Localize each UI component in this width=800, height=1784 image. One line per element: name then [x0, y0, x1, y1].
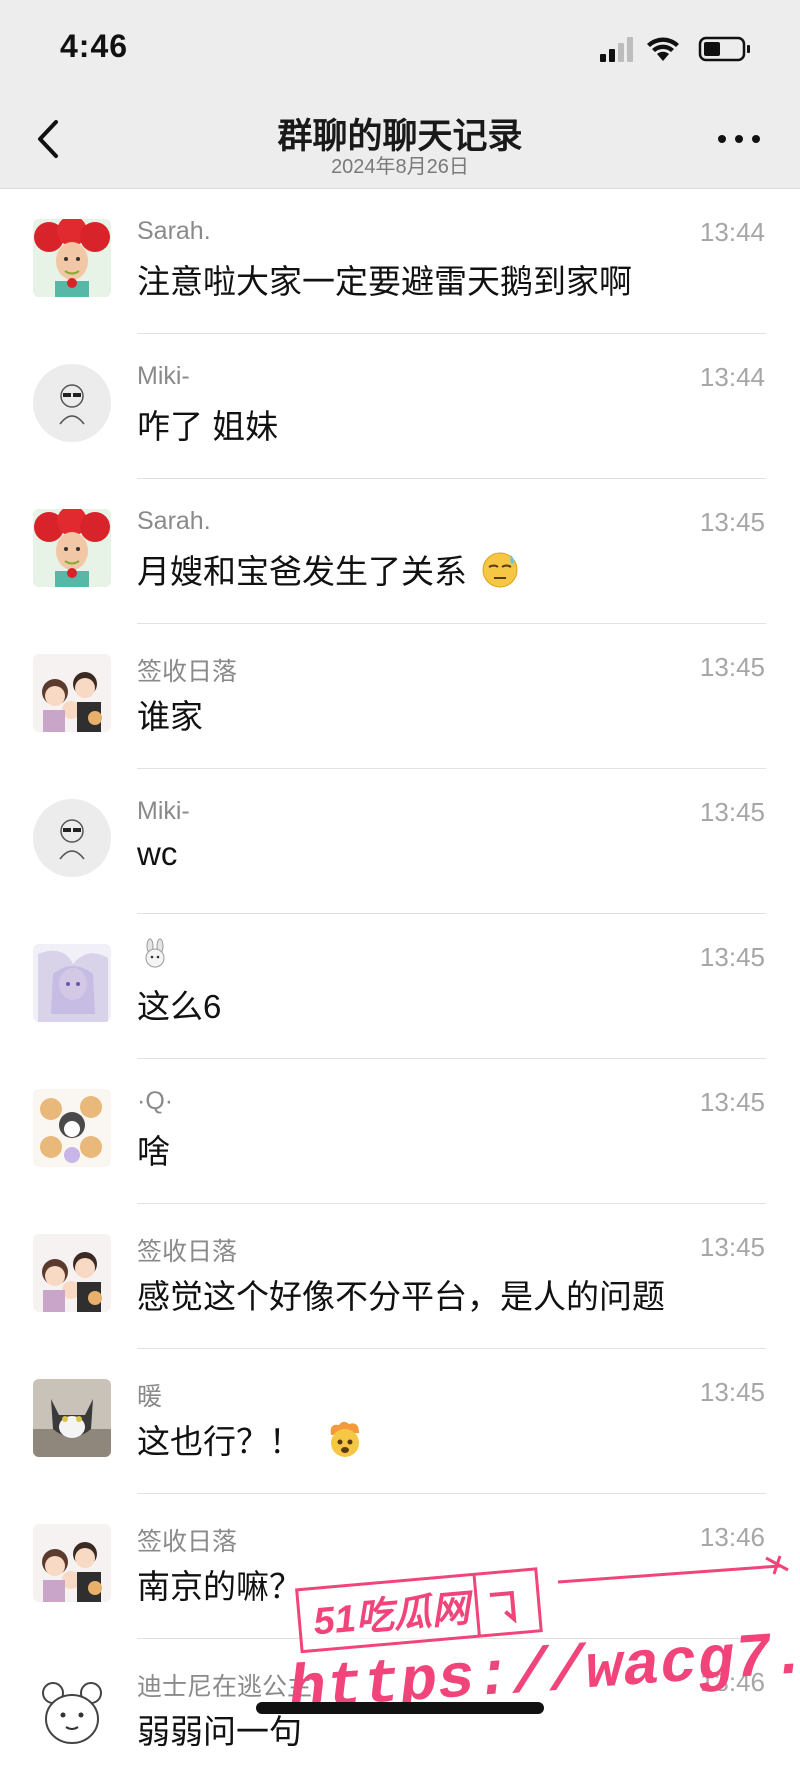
signal-icon: [600, 37, 633, 62]
message-time: 13:45: [699, 942, 765, 972]
sender-name: Sarah.: [137, 507, 211, 535]
sender-name: 签收日落: [137, 1528, 238, 1556]
message-text: 这么6: [137, 988, 222, 1025]
message-text: 月嫂和宝爸发生了关系: [137, 545, 520, 593]
message-text: 感觉这个好像不分平台，是人的问题: [137, 1278, 665, 1315]
avatar[interactable]: [33, 1669, 111, 1747]
avatar[interactable]: [33, 654, 111, 732]
message-time: 13:45: [699, 1087, 765, 1117]
rabbit-icon: [145, 938, 165, 968]
message-text-content: 月嫂和宝爸发生了关系: [137, 553, 467, 590]
message-time: 13:45: [699, 1377, 765, 1407]
message-text-content: 这也行？！: [137, 1423, 302, 1460]
avatar[interactable]: [33, 944, 111, 1022]
message-item[interactable]: 签收日落 13:45 谁家: [0, 624, 800, 769]
status-bar: 4:46: [0, 0, 800, 96]
message-text: 南京的嘛？: [137, 1568, 302, 1605]
avatar[interactable]: [33, 1234, 111, 1312]
message-item[interactable]: Miki- 13:45 wc: [0, 769, 800, 914]
message-time: 13:45: [699, 1232, 765, 1262]
status-icons: [600, 36, 750, 62]
message-item[interactable]: ·Q· 13:45 啥: [0, 1059, 800, 1204]
message-time: 13:44: [699, 362, 765, 392]
message-text: wc: [137, 835, 178, 872]
message-text: 这也行？！: [137, 1415, 365, 1463]
message-time: 13:45: [699, 652, 765, 682]
message-text: 咋了 姐妹: [137, 408, 279, 445]
avatar[interactable]: [33, 1379, 111, 1457]
avatar[interactable]: [33, 1524, 111, 1602]
message-time: 13:45: [699, 797, 765, 827]
sender-name: 暖: [137, 1383, 163, 1411]
battery-icon: [698, 36, 750, 62]
wifi-icon: [647, 37, 679, 61]
avatar[interactable]: [33, 364, 111, 442]
more-dots-icon[interactable]: [714, 124, 764, 154]
message-item[interactable]: Miki- 13:44 咋了 姐妹: [0, 334, 800, 479]
message-time: 13:45: [699, 507, 765, 537]
status-time: 4:46: [60, 28, 129, 64]
message-item[interactable]: Sarah. 13:45 月嫂和宝爸发生了关系: [0, 479, 800, 624]
sender-name: 迪士尼在逃公主: [137, 1673, 313, 1701]
avatar[interactable]: [33, 799, 111, 877]
sweat-face-emoji: [482, 552, 518, 588]
message-time: 13:44: [699, 217, 765, 247]
message-item[interactable]: Sarah. 13:44 注意啦大家一定要避雷天鹅到家啊: [0, 189, 800, 334]
exploding-head-emoji: [330, 1421, 360, 1457]
message-item[interactable]: 13:45 这么6: [0, 914, 800, 1059]
avatar[interactable]: [33, 509, 111, 587]
avatar[interactable]: [33, 219, 111, 297]
sender-name: 签收日落: [137, 1238, 238, 1266]
sender-name: Sarah.: [137, 217, 211, 245]
sender-name: ·Q·: [137, 1087, 174, 1115]
sender-name: Miki-: [137, 362, 190, 390]
sender-name: 签收日落: [137, 658, 238, 686]
message-text: 啥: [137, 1133, 170, 1170]
message-text: 谁家: [137, 698, 203, 735]
message-text: 注意啦大家一定要避雷天鹅到家啊: [137, 263, 632, 300]
page-subtitle: 2024年8月26日: [331, 156, 469, 178]
avatar[interactable]: [33, 1089, 111, 1167]
message-item[interactable]: 暖 13:45 这也行？！: [0, 1349, 800, 1494]
message-item[interactable]: 签收日落 13:45 感觉这个好像不分平台，是人的问题: [0, 1204, 800, 1349]
home-indicator: [256, 1702, 544, 1714]
nav-bar: 群聊的聊天记录 2024年8月26日: [0, 96, 800, 189]
sender-name: Miki-: [137, 797, 190, 825]
